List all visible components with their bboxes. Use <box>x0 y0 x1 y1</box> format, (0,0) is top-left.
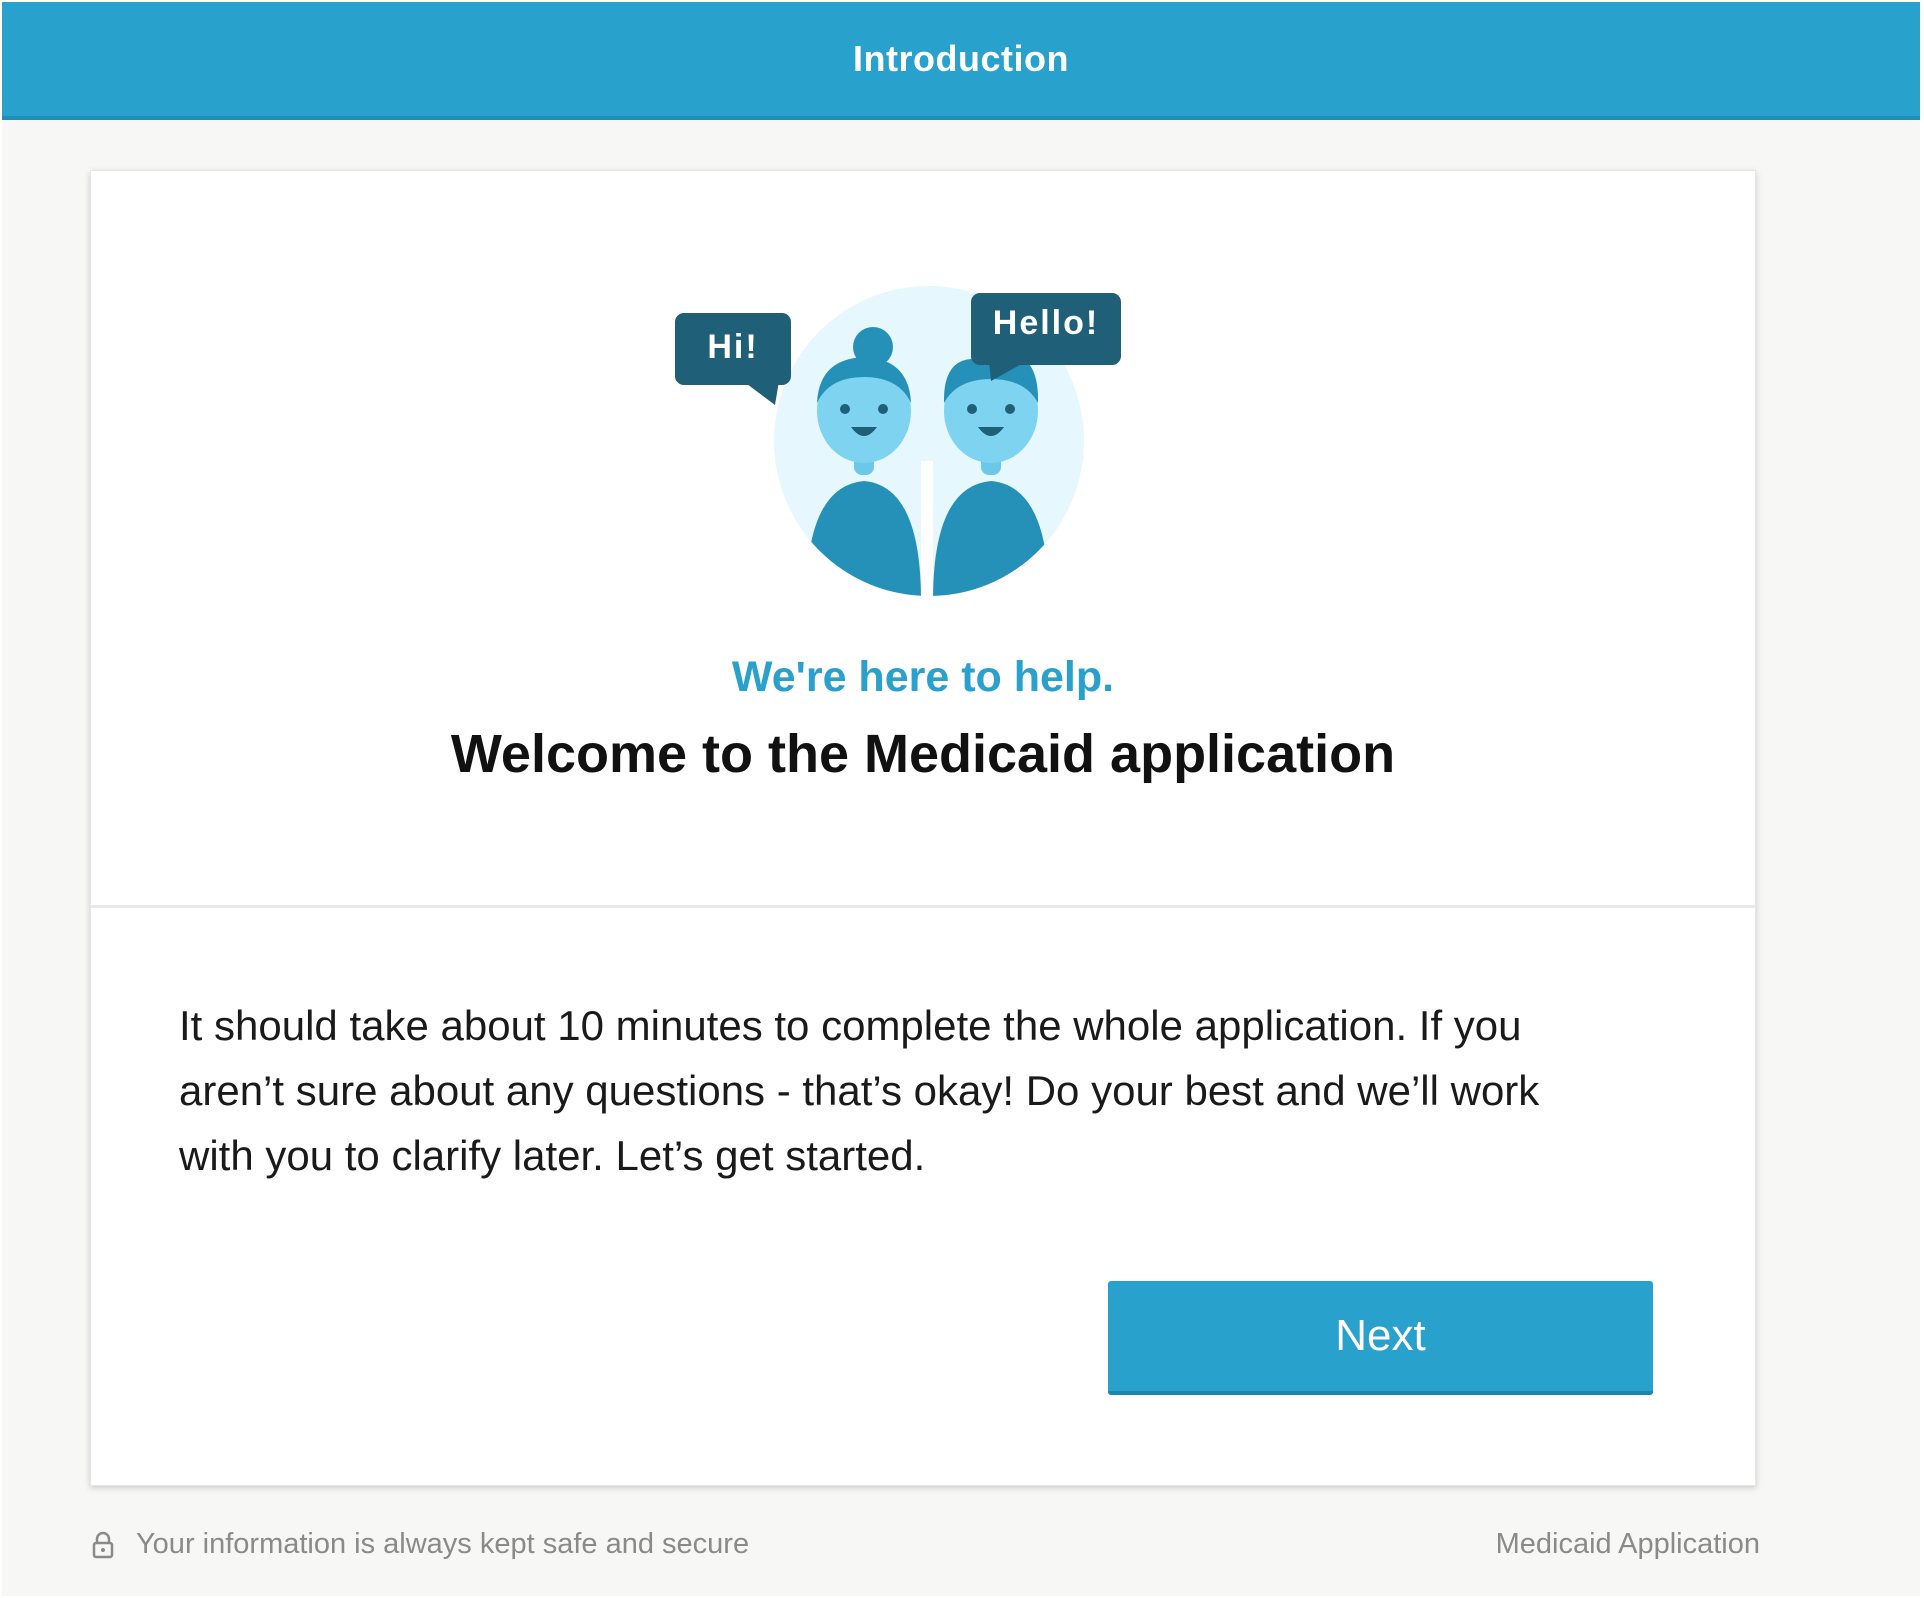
intro-description: It should take about 10 minutes to compl… <box>179 1002 1540 1179</box>
bubble-hi-text: Hi! <box>707 328 759 366</box>
intro-card: Hi! Hello! We're here to help. Welcome t… <box>90 170 1756 1486</box>
security-note-text: Your information is always kept safe and… <box>136 1528 750 1560</box>
security-note: Your information is always kept safe and… <box>92 1528 749 1561</box>
page-title: Introduction <box>853 38 1069 79</box>
intro-heading: Welcome to the Medicaid application <box>450 724 1396 784</box>
intro-card-header: Hi! Hello! We're here to help. Welcome t… <box>91 171 1755 905</box>
bubble-hello-text: Hello! <box>992 304 1100 342</box>
next-button[interactable]: Next <box>1108 1281 1653 1395</box>
footer-app-name: Medicaid Application <box>1495 1528 1760 1560</box>
lock-icon <box>92 1531 114 1558</box>
card-divider <box>91 905 1755 908</box>
app-frame: Introduction Hi! Hello! We're here to he… <box>2 2 1920 1596</box>
header-bar: Introduction <box>2 2 1920 120</box>
intro-tagline: We're here to help. <box>731 653 1115 701</box>
